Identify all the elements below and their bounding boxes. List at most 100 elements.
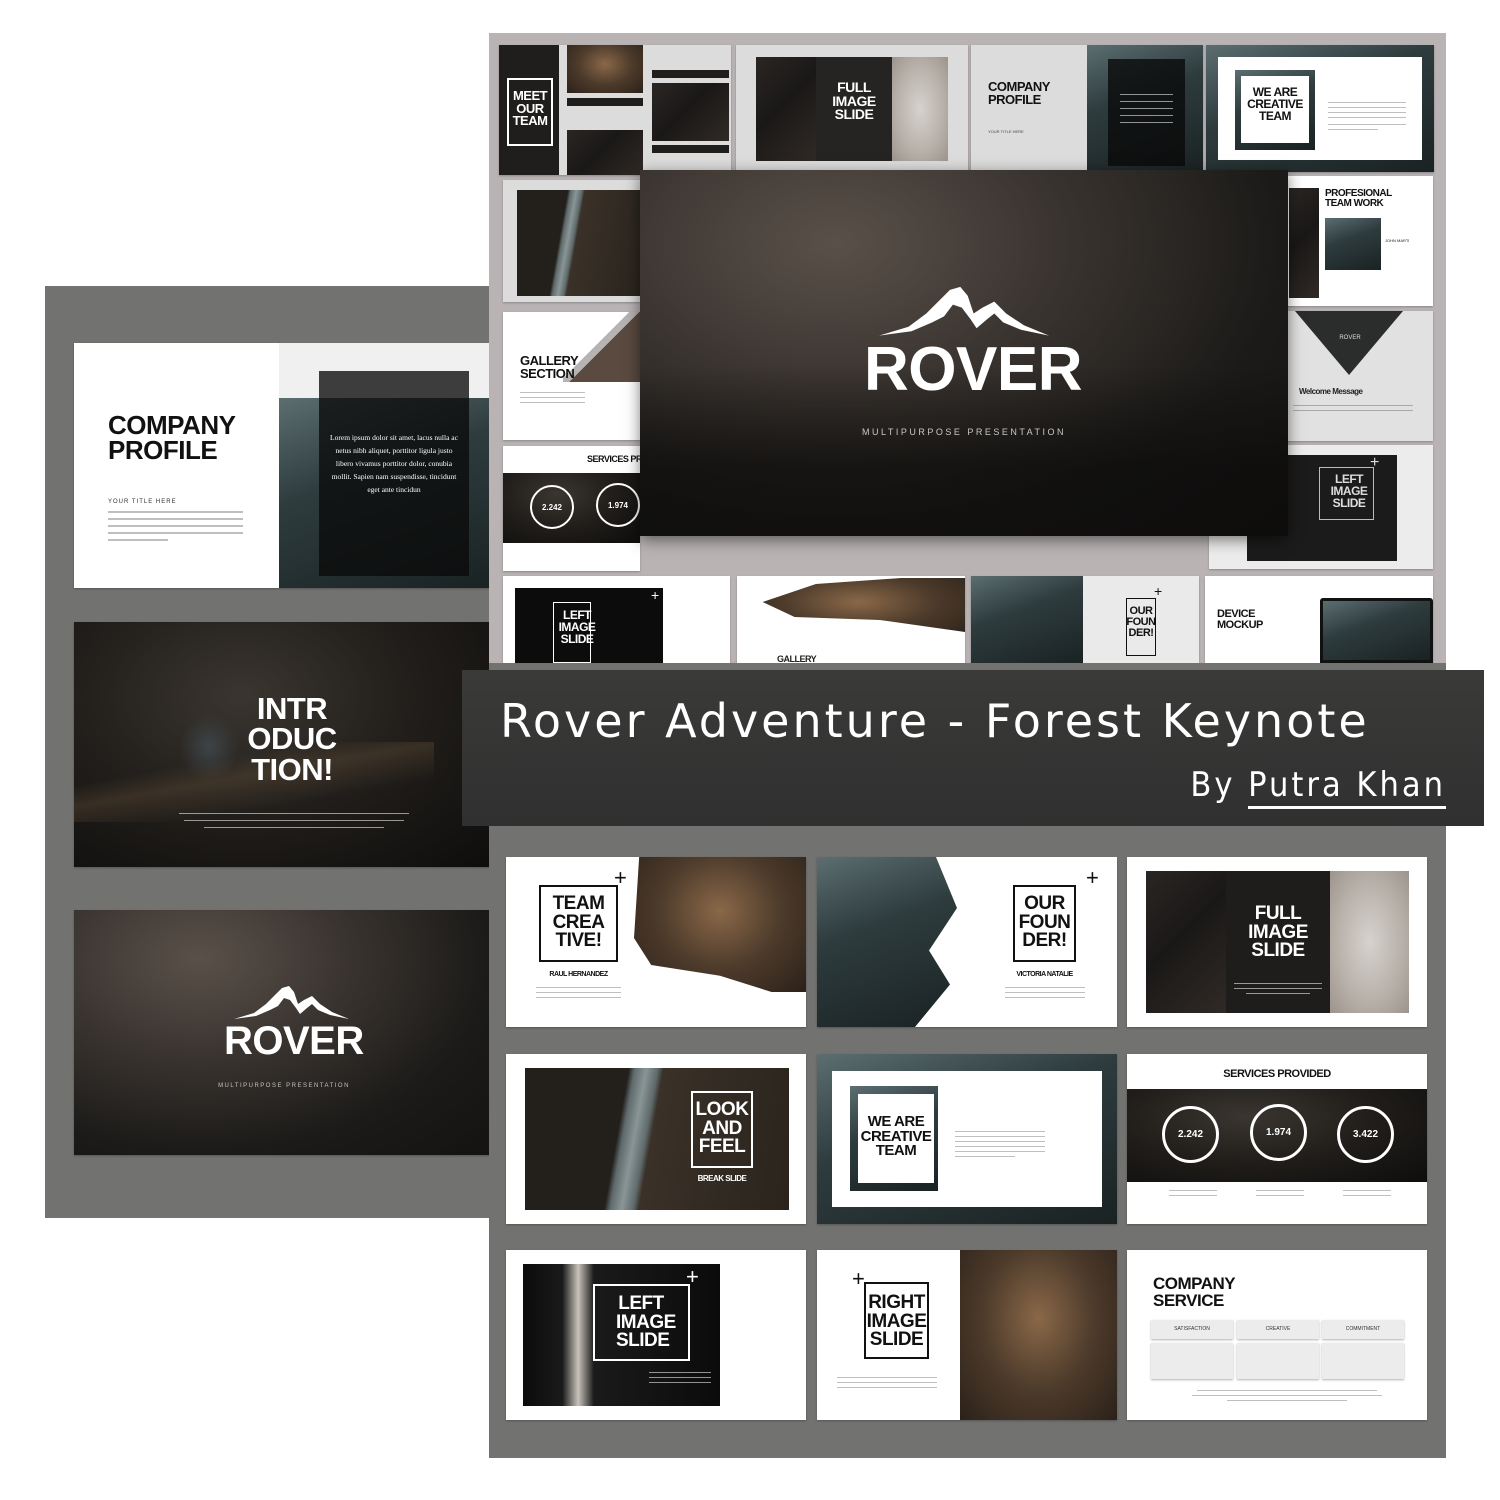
lorem-line [108,539,168,541]
lorem-line [1328,129,1378,130]
slide-gallery-section[interactable]: GALLERY SECTION [503,312,640,440]
quote-overlay [1108,59,1185,166]
slide-road-aerial[interactable] [503,180,640,302]
mountain-icon [879,286,1049,338]
slide-title: COMPANY PROFILE [988,80,1050,106]
slide-services-partial[interactable]: SERVICES PROVID 2.242 1.974 [503,446,640,571]
lorem-line [108,511,243,513]
lorem-line [1234,983,1322,984]
slide-our-founder[interactable]: + OUR FOUN DER! VICTORIA NATALIE [817,857,1117,1027]
lorem-line [1120,115,1173,116]
title-line: TEAM [1259,108,1292,123]
stairway-photo: + LEFT IMAGE SLIDE [515,588,663,663]
service-column-header: COMMITMENT [1322,1320,1404,1339]
slide-services-provided[interactable]: SERVICES PROVIDED 2.242 1.974 3.422 [1127,1054,1427,1224]
content-card: WE ARE CREATIVE TEAM [832,1071,1102,1207]
title-line: LOOK [695,1099,749,1120]
slide-introduction[interactable]: INTR ODUC TION! [74,622,494,867]
slide-title: SERVICES PROVIDED [1223,1068,1331,1080]
title-line: TEAM WORK [1325,197,1384,209]
person-name: JOHN MARTI [1385,238,1410,243]
mist-photo [892,57,948,161]
title-line: TEAM [875,1142,917,1160]
slide-full-image[interactable]: FULL IMAGE SLIDE [736,45,968,171]
slide-creative-team-small[interactable]: WE ARE CREATIVE TEAM [1206,45,1434,172]
slide-welcome-message[interactable]: ROVER Welcome Message [1285,311,1433,441]
name-bar [567,98,643,106]
lorem-line [536,992,621,993]
slide-rover-title[interactable]: ROVER MULTIPURPOSE PRESENTATION [74,910,494,1155]
slide-left-image[interactable]: + LEFT IMAGE SLIDE [506,1250,806,1420]
title-line: SLIDE [1251,940,1305,962]
lorem-line [955,1146,1045,1147]
slide-creative-team[interactable]: WE ARE CREATIVE TEAM [817,1054,1117,1224]
slide-team-creative[interactable]: + TEAM CREA TIVE! RAUL HERNANDEZ [506,857,806,1027]
lorem-line [1197,1390,1377,1391]
slide-title: GALLERY SECTION [520,354,579,380]
quote-text: Lorem ipsum dolor sit amet, lacus nulla … [330,433,458,494]
lorem-line [1169,1195,1217,1196]
lorem-line [1256,1195,1304,1196]
slide-company-profile-small[interactable]: COMPANY PROFILE YOUR TITLE HERE [971,45,1203,173]
lorem-line [1005,997,1085,998]
slide-heading: Welcome Message [1299,387,1363,396]
slide-company-profile[interactable]: COMPANY PROFILE YOUR TITLE HERE Lorem ip… [74,343,494,588]
slide-full-image-large[interactable]: FULL IMAGE SLIDE [1127,857,1427,1027]
title-banner: Rover Adventure - Forest Keynote By Putr… [462,670,1484,826]
slide-title: FULL IMAGE SLIDE [816,80,892,122]
lorem-line [1328,102,1406,103]
lorem-line [1192,1395,1382,1396]
stat-ring: 2.242 [1162,1106,1219,1163]
lorem-line [649,1377,711,1378]
lorem-line [1293,405,1413,406]
text-panel: FULL IMAGE SLIDE [1226,871,1330,1013]
content-card: WE ARE CREATIVE TEAM [1218,57,1422,160]
slide-title: WE ARE CREATIVE TEAM [1241,86,1309,123]
slide-gallery-brush[interactable]: GALLERY [737,576,965,663]
lorem-line [179,813,409,814]
title-line: DER! [1022,930,1067,952]
title-line: ODUC [247,721,337,757]
slide-hero-rover[interactable]: ROVER MULTIPURPOSE PRESENTATION [640,170,1288,536]
slide-title: COMPANY SERVICE [1153,1275,1236,1310]
slide-our-founder-small[interactable]: + OUR FOUN DER! [971,576,1199,663]
author-link[interactable]: Putra Khan [1248,765,1446,809]
lorem-line [1246,993,1310,994]
stat-ring: 2.242 [530,485,574,529]
slide-meet-our-team[interactable]: MEET OUR TEAM [499,45,731,175]
slide-professional-team[interactable]: PROFESIONAL TEAM WORK JOHN MARTI [1285,176,1433,306]
brush-photo [762,578,965,632]
title-line: SLIDE [1332,495,1366,510]
product-title: Rover Adventure - Forest Keynote [500,694,1370,748]
brand-title: ROVER [224,1019,364,1063]
forest-photo [1146,871,1226,1013]
by-label: By [1190,765,1236,805]
title-line: SERVICE [1153,1290,1224,1310]
road-photo: 2.242 1.974 3.422 [1127,1089,1427,1182]
title-line: RIGHT [868,1292,925,1313]
lorem-line [536,987,621,988]
plus-icon: + [614,865,627,890]
slide-device-mockup[interactable]: DEVICE MOCKUP [1205,576,1433,663]
left-slide-panel: COMPANY PROFILE YOUR TITLE HERE Lorem ip… [45,286,505,1218]
lorem-line [837,1387,937,1388]
lorem-line [1328,124,1406,125]
stat-value: 1.974 [1265,1127,1292,1138]
hiker-photo [960,1250,1117,1420]
lorem-line [837,1377,937,1378]
plus-icon: + [1370,454,1380,471]
slide-company-service[interactable]: COMPANY SERVICE SATISFACTION CREATIVE CO… [1127,1250,1427,1420]
slide-title: LEFT IMAGE SLIDE [1319,473,1379,510]
lorem-line [108,525,243,527]
slide-title: LOOK AND FEEL [691,1099,753,1157]
stat-value: 3.422 [1352,1129,1379,1140]
dark-sidebar: MEET OUR TEAM [499,45,559,175]
portrait-photo [634,857,806,992]
slide-left-image-small[interactable]: + LEFT IMAGE SLIDE [503,576,730,663]
slide-right-image[interactable]: + RIGHT IMAGE SLIDE [817,1250,1117,1420]
plus-icon: + [852,1266,865,1291]
slide-look-and-feel[interactable]: LOOK AND FEEL BREAK SLIDE [506,1054,806,1224]
lorem-line [1005,987,1085,988]
service-card [1237,1343,1319,1379]
service-card [1151,1343,1233,1379]
